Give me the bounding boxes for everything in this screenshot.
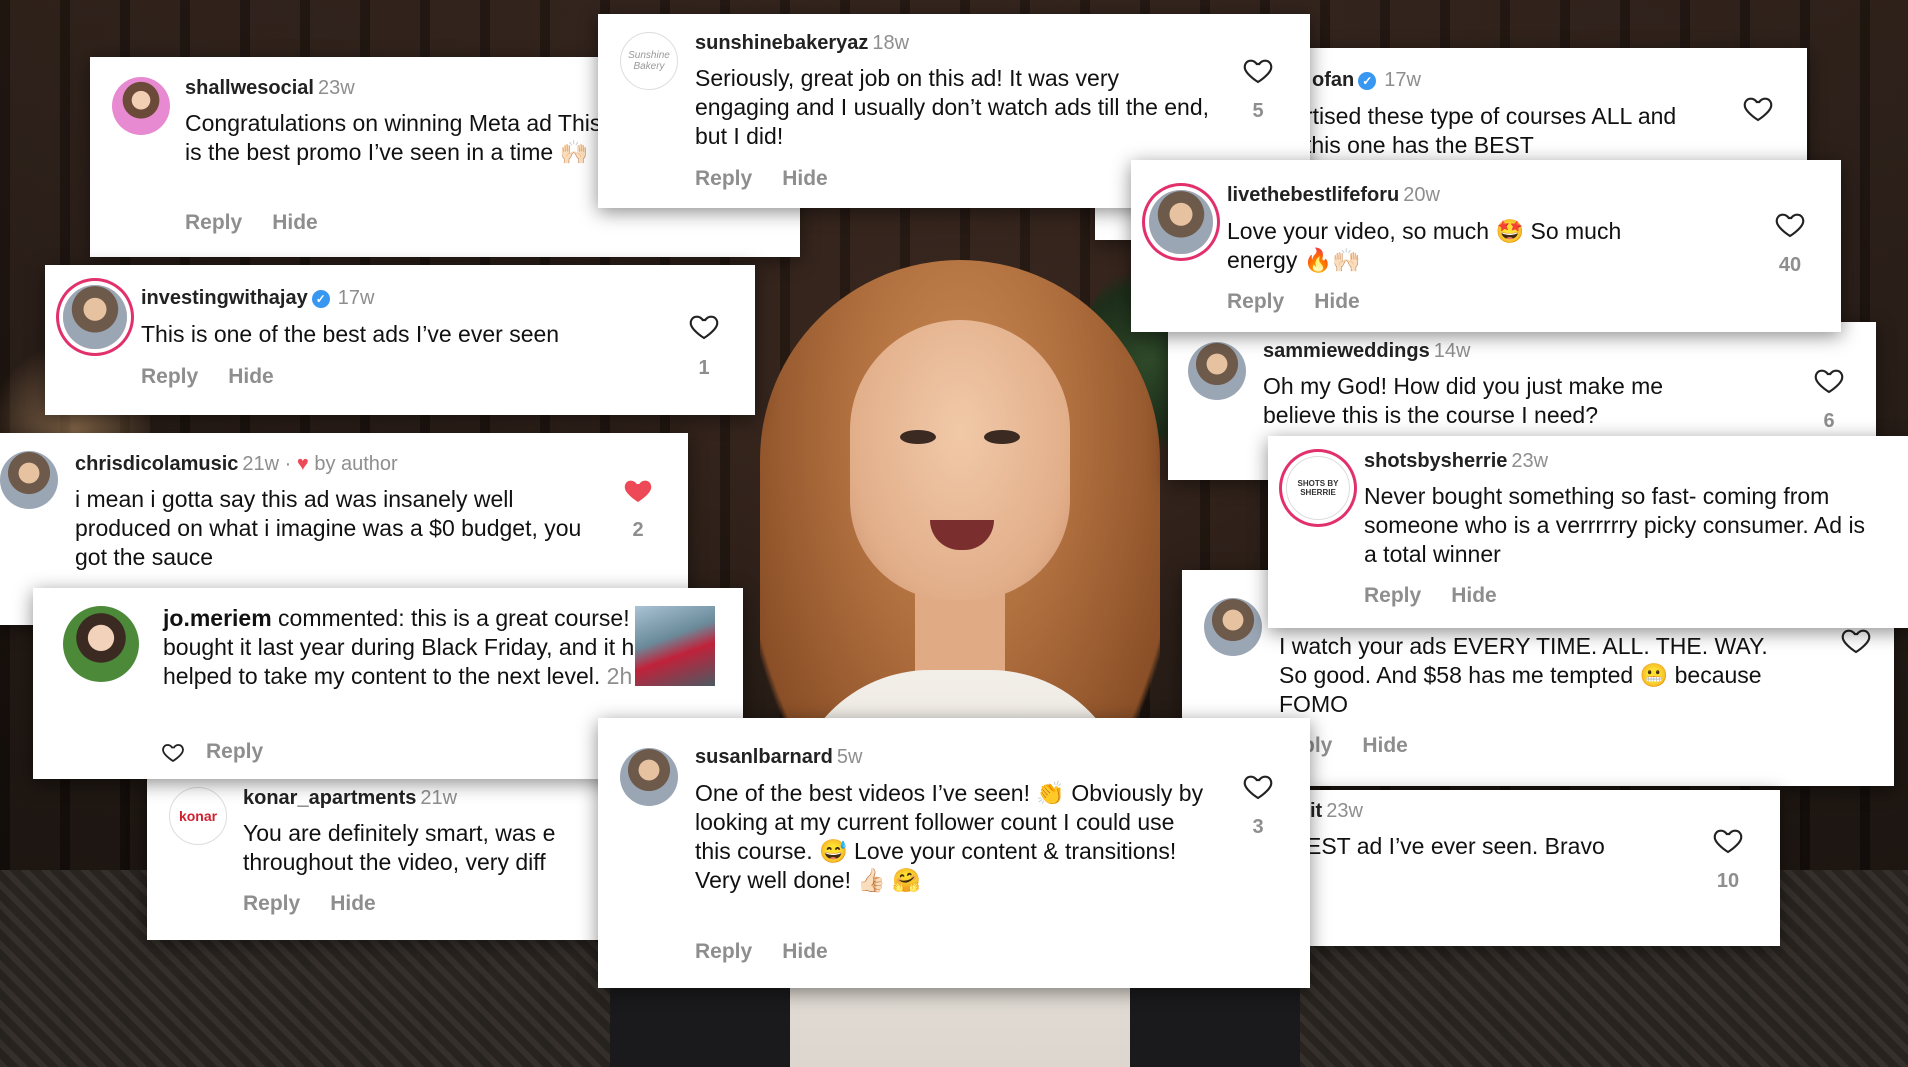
reply-button[interactable]: Reply [695,167,752,190]
reply-button[interactable]: Reply [185,211,242,234]
heart-icon[interactable] [161,740,185,764]
like-count: 2 [632,519,644,541]
presenter-eye-right [984,430,1020,444]
presenter-eye-left [900,430,936,444]
comment-text: One of the best videos I’ve seen! 👏 Obvi… [695,780,1204,893]
comment-text: Never bought something so fast- coming f… [1364,483,1866,567]
hide-button[interactable]: Hide [782,167,828,190]
like-count: 3 [1252,816,1264,838]
comment-actions: Reply Hide [695,940,858,964]
presenter-mouth [930,520,994,550]
user-avatar[interactable]: Sunshine Bakery [620,32,678,90]
comment-card-shotsbysherrie: SHOTS BY SHERRIE shotsbysherrie 23w Never… [1268,436,1908,628]
comment-username[interactable]: livethebestlifeforu 20w [1227,184,1440,207]
heart-icon[interactable] [1242,770,1274,802]
heart-icon[interactable] [1712,824,1744,856]
comment-username[interactable]: it 23w [1310,800,1363,823]
comment-actions: Reply Hide [185,211,348,235]
comment-card-investingwithajay: investingwithajay ✓ 17w This is one of the… [45,265,755,415]
heart-icon[interactable] [1742,92,1774,124]
hide-button[interactable]: Hide [272,211,318,234]
user-avatar[interactable]: konar [169,787,227,845]
comment-text: Congratulations on winning Meta ad This … [185,110,602,165]
reply-button[interactable]: Reply [1227,290,1284,313]
user-avatar[interactable] [63,285,127,349]
presenter-face [850,320,1070,600]
hide-button[interactable]: Hide [1314,290,1360,313]
comment-username[interactable]: jo.meriem [163,605,272,631]
hide-button[interactable]: Hide [228,365,274,388]
heart-icon[interactable] [1840,624,1872,656]
reply-button[interactable]: Reply [141,365,198,388]
comment-username[interactable]: sammieweddings 14w [1263,340,1470,363]
comment-actions: Reply [206,740,293,764]
comment-text: rtised these type of courses ALL and thi… [1305,103,1677,158]
like-count: 5 [1252,100,1264,122]
comment-card-bravo: it 23w EST ad I’ve ever seen. Bravo 10 [1308,790,1780,946]
hide-button[interactable]: Hide [330,892,376,915]
comment-username[interactable]: ofan ✓ 17w [1312,69,1421,92]
reply-button[interactable]: Reply [1364,584,1421,607]
heart-filled-icon: ♥ [296,453,309,475]
comment-text: You are definitely smart, was e througho… [243,820,556,875]
comment-actions: ply Hide [1302,734,1438,758]
heart-icon[interactable] [1242,54,1274,86]
comment-actions: Reply Hide [1364,584,1527,608]
comment-text: This is one of the best ads I’ve ever se… [141,321,560,347]
like-count: 10 [1716,870,1740,892]
comment-actions: Reply Hide [141,365,304,389]
heart-icon[interactable] [1774,208,1806,240]
comment-username[interactable]: sunshinebakeryaz 18w [695,32,909,55]
user-avatar[interactable] [620,748,678,806]
user-avatar[interactable] [0,451,58,509]
like-count: 1 [698,357,710,379]
comment-username[interactable]: konar_apartments 21w [243,787,457,810]
verified-icon: ✓ [1358,72,1377,90]
user-avatar[interactable] [1204,598,1262,656]
comment-text: Oh my God! How did you just make me beli… [1263,373,1664,428]
comment-card-susanlbarnard: susanlbarnard 5w One of the best videos I… [598,718,1310,988]
comment-actions: Reply Hide [1227,290,1390,314]
comment-card-livethebestlifeforu: livethebestlifeforu 20w Love your video, … [1131,160,1841,332]
like-count: 6 [1823,410,1835,432]
comment-text: i mean i gotta say this ad was insanely … [75,486,582,570]
post-thumbnail[interactable] [635,606,715,686]
like-count: 40 [1778,254,1802,276]
user-avatar[interactable] [112,77,170,135]
comment-actions: Reply Hide [695,167,858,191]
comment-text: jo.meriem commented: this is a great cou… [163,605,659,689]
hide-button[interactable]: Hide [782,940,828,963]
heart-icon[interactable] [1813,364,1845,396]
comment-text: Love your video, so much 🤩 So much energ… [1227,218,1622,273]
hide-button[interactable]: Hide [1362,734,1408,757]
hide-button[interactable]: Hide [1451,584,1497,607]
comment-username[interactable]: chrisdicolamusic 21w · ♥ by author [75,453,398,476]
reply-button[interactable]: Reply [206,740,263,763]
heart-icon[interactable] [688,310,720,342]
comment-username[interactable]: shotsbysherrie 23w [1364,450,1548,473]
reply-button[interactable]: Reply [695,940,752,963]
user-avatar[interactable] [1149,190,1213,254]
verified-icon: ✓ [311,290,330,308]
comment-username[interactable]: investingwithajay ✓ 17w [141,287,374,310]
comment-username[interactable]: susanlbarnard 5w [695,746,862,769]
comment-username[interactable]: shallwesocial 23w [185,77,355,100]
user-avatar[interactable] [1188,342,1246,400]
heart-filled-icon[interactable] [622,474,654,506]
user-avatar[interactable]: SHOTS BY SHERRIE [1286,456,1350,520]
comment-actions: Reply Hide [243,892,406,916]
reply-button[interactable]: Reply [243,892,300,915]
comment-text: I watch your ads EVERY TIME. ALL. THE. W… [1279,633,1768,717]
comment-text: Seriously, great job on this ad! It was … [695,65,1210,149]
comment-text: EST ad I’ve ever seen. Bravo [1308,833,1605,859]
user-avatar[interactable] [63,606,139,682]
